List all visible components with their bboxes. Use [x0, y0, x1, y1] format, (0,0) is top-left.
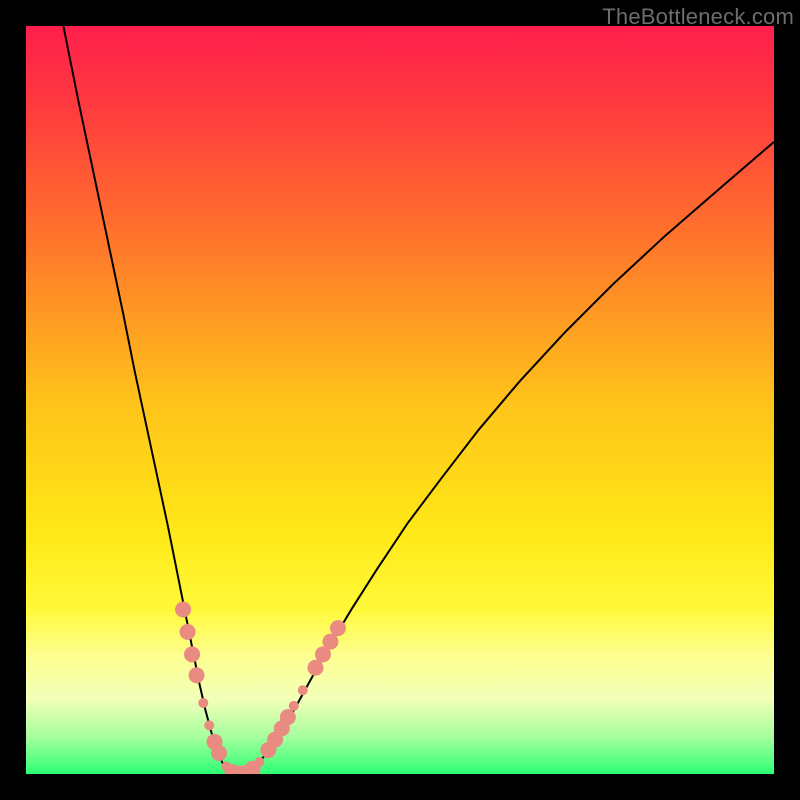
watermark-text: TheBottleneck.com [602, 4, 794, 30]
highlight-dot [189, 667, 205, 683]
highlight-dot [298, 685, 308, 695]
highlight-dot [254, 757, 264, 767]
highlight-dot [307, 660, 323, 676]
highlight-dot [322, 634, 338, 650]
highlight-dot [211, 745, 227, 761]
bottleneck-chart [26, 26, 774, 774]
chart-frame [26, 26, 774, 774]
highlight-dot [184, 646, 200, 662]
highlight-dot [180, 624, 196, 640]
highlight-dot [330, 620, 346, 636]
highlight-dot [280, 709, 296, 725]
highlight-dot [198, 698, 208, 708]
highlight-dot [289, 701, 299, 711]
highlight-dot [175, 601, 191, 617]
highlight-dot [204, 720, 214, 730]
gradient-background [26, 26, 774, 774]
